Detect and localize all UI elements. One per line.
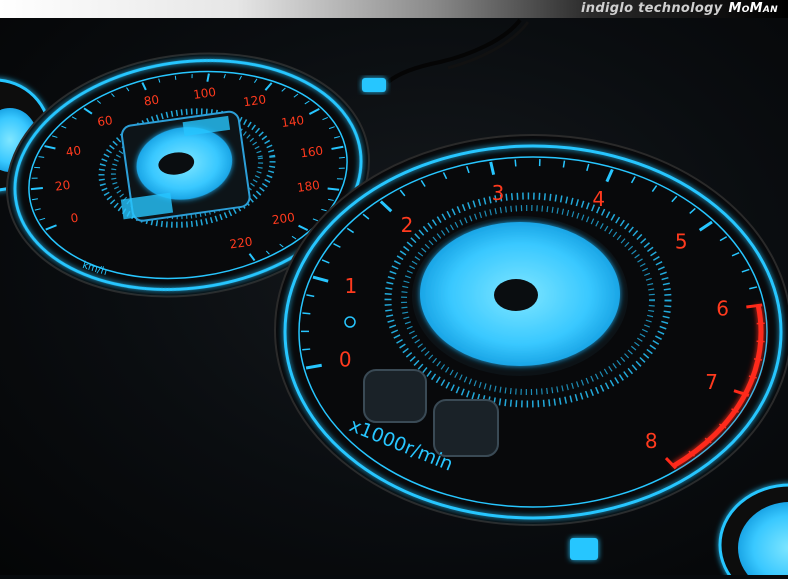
banner-tagline: indiglo technology [581,1,722,16]
tacho-label: 8 [645,429,658,453]
speedo-label: 40 [65,143,82,159]
tacho-label: 0 [339,348,352,372]
banner-text: indiglo technology MoMan [581,1,778,16]
tacho-label: 3 [492,181,505,205]
tacho-label: 5 [675,229,688,253]
photo-scene: 020406080100120140160180200220 km/h 0123… [0,0,788,575]
tacho-label: 2 [401,213,414,237]
gauge-photo: 020406080100120140160180200220 km/h 0123… [0,0,788,575]
speedo-tick [191,74,192,78]
banner: indiglo technology MoMan [0,0,788,18]
speedo-label: 60 [96,113,113,129]
speedo-label: 20 [54,178,71,194]
bottom-tab [570,538,598,560]
tacho-label: 4 [592,187,605,211]
tacho-label: 1 [345,274,358,298]
speedo-tick [175,76,176,80]
speedo-label: 80 [143,93,160,109]
right-partial-gauge [720,485,788,575]
tacho-label: 6 [716,297,729,321]
tacho-tick [302,313,310,314]
tacho-tick [515,160,516,167]
banner-brand: MoMan [728,1,778,16]
tacho-label: 7 [705,370,718,394]
tacho-tick [302,349,310,350]
cable [388,20,520,82]
tachometer: 012345678 x1000r/min [275,135,788,525]
connector-tab [362,78,386,92]
